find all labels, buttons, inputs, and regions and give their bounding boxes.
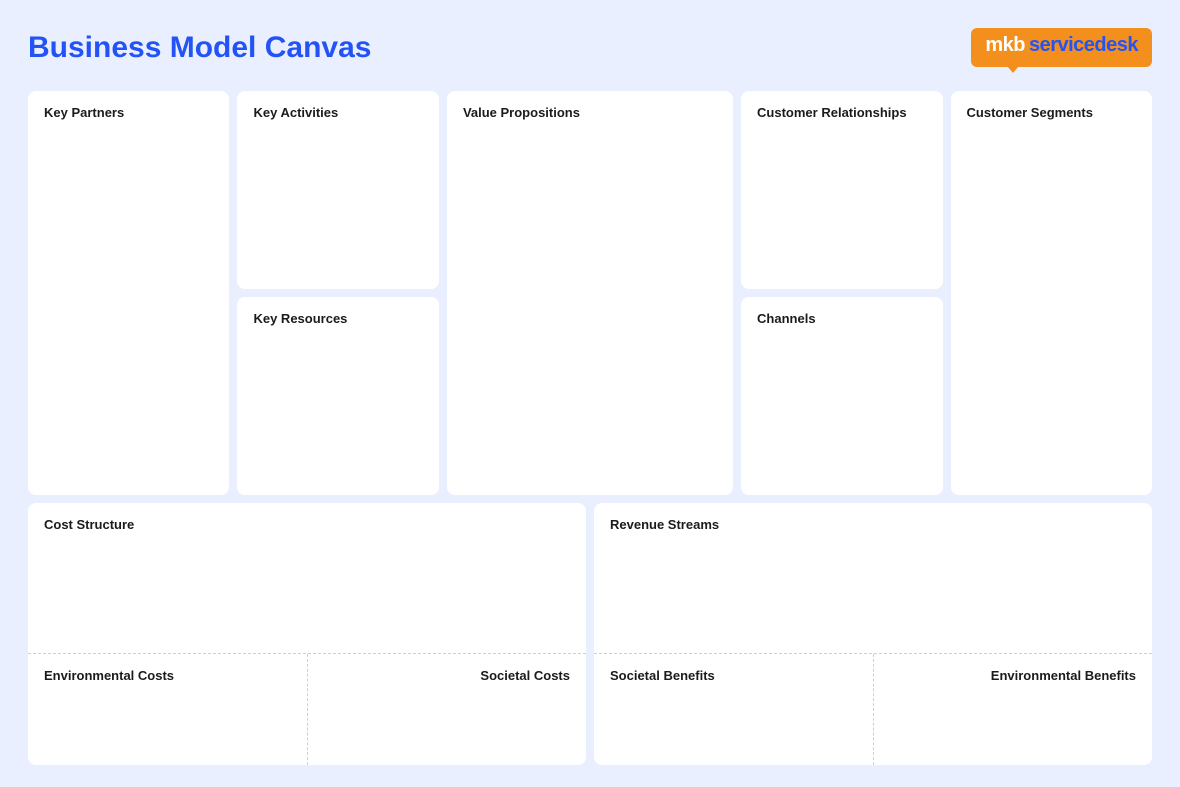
block-label: Channels — [757, 311, 816, 326]
block-channels[interactable]: Channels — [741, 297, 942, 495]
brand-logo: mkb servicedesk — [971, 28, 1152, 67]
block-environmental-costs[interactable]: Environmental Costs — [28, 654, 308, 765]
col-relationships-channels: Customer Relationships Channels — [741, 91, 942, 495]
logo-text-servicedesk: servicedesk — [1029, 34, 1138, 57]
block-label: Societal Costs — [480, 668, 570, 683]
block-revenues: Revenue Streams Societal Benefits Enviro… — [594, 503, 1152, 765]
block-value-propositions[interactable]: Value Propositions — [447, 91, 733, 495]
canvas: Key Partners Key Activities Key Resource… — [28, 91, 1152, 765]
block-customer-segments[interactable]: Customer Segments — [951, 91, 1152, 495]
block-revenue-streams[interactable]: Revenue Streams — [594, 503, 1152, 654]
block-label: Customer Segments — [967, 105, 1093, 120]
block-customer-relationships[interactable]: Customer Relationships — [741, 91, 942, 289]
block-key-resources[interactable]: Key Resources — [237, 297, 438, 495]
canvas-row-bottom: Cost Structure Environmental Costs Socie… — [28, 503, 1152, 765]
costs-subrow: Environmental Costs Societal Costs — [28, 654, 586, 765]
block-label: Environmental Benefits — [991, 668, 1136, 683]
block-costs: Cost Structure Environmental Costs Socie… — [28, 503, 586, 765]
revenues-subrow: Societal Benefits Environmental Benefits — [594, 654, 1152, 765]
block-key-activities[interactable]: Key Activities — [237, 91, 438, 289]
block-label: Key Resources — [253, 311, 347, 326]
block-environmental-benefits[interactable]: Environmental Benefits — [874, 654, 1153, 765]
canvas-row-top: Key Partners Key Activities Key Resource… — [28, 91, 1152, 495]
logo-text-mkb: mkb — [985, 34, 1025, 57]
block-label: Key Activities — [253, 105, 338, 120]
block-label: Revenue Streams — [610, 517, 719, 532]
header: Business Model Canvas mkb servicedesk — [28, 28, 1152, 67]
block-label: Environmental Costs — [44, 668, 174, 683]
block-cost-structure[interactable]: Cost Structure — [28, 503, 586, 654]
block-label: Societal Benefits — [610, 668, 715, 683]
block-key-partners[interactable]: Key Partners — [28, 91, 229, 495]
page-title: Business Model Canvas — [28, 31, 371, 65]
block-societal-costs[interactable]: Societal Costs — [308, 654, 587, 765]
block-label: Key Partners — [44, 105, 124, 120]
block-label: Value Propositions — [463, 105, 580, 120]
block-societal-benefits[interactable]: Societal Benefits — [594, 654, 874, 765]
col-activities-resources: Key Activities Key Resources — [237, 91, 438, 495]
block-label: Cost Structure — [44, 517, 134, 532]
block-label: Customer Relationships — [757, 105, 907, 120]
